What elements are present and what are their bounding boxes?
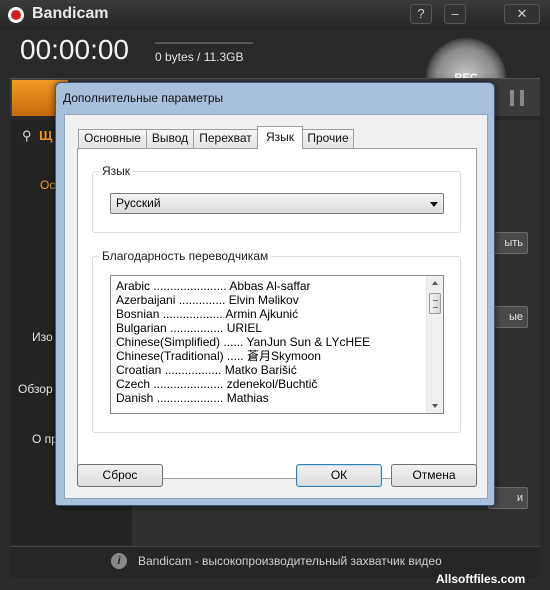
bandicam-logo-icon [8,7,24,23]
language-select-value: Русский [116,196,161,210]
list-item: Bosnian .................. Armin Ajkunić [116,307,299,321]
list-scrollbar[interactable] [426,276,443,413]
storage-bar [155,42,253,44]
translators-list[interactable]: Arabic ...................... Abbas Al-s… [110,275,444,414]
list-item: Chinese(Traditional) ..... 蒼月Skymoon [116,349,321,363]
list-item: Danish .................... Mathias [116,391,269,405]
pause-icon[interactable] [510,90,524,106]
scroll-up-icon[interactable] [432,281,438,285]
language-group-label: Язык [99,164,134,178]
translators-group: Благодарность переводчикам Arabic ......… [92,249,461,433]
sidebar-item-image[interactable]: Изо [32,330,53,344]
tab-other[interactable]: Прочие [302,129,354,148]
sidebar-item-overview[interactable]: Обзор [18,382,53,396]
sidebar-item-about[interactable]: О пр [32,432,58,446]
language-group: Язык Русский [92,164,461,233]
ok-button[interactable]: ОК [296,464,382,487]
tab-output[interactable]: Вывод [146,129,194,148]
app-title: Bandicam [32,5,109,22]
reset-button[interactable]: Сброс [77,464,163,487]
dialog-body: Основные Вывод Перехват Язык Прочие Язык… [64,114,488,499]
translators-entries: Arabic ...................... Abbas Al-s… [116,279,426,405]
storage-readout: 0 bytes / 11.3GB [155,50,244,64]
list-item: Arabic ...................... Abbas Al-s… [116,279,311,293]
list-item: Chinese(Simplified) ...... YanJun Sun & … [116,335,371,349]
list-item: Azerbaijani .............. Elvin Məlikov [116,293,299,307]
tab-general[interactable]: Основные [78,129,147,148]
search-icon: ⚲ [22,128,32,143]
status-text: Bandicam - высокопроизводительный захват… [138,554,442,568]
language-tab-page: Язык Русский Благодарность переводчикам … [77,148,477,479]
language-select[interactable]: Русский [110,193,444,214]
list-item: Croatian ................. Matko Barišić [116,363,297,377]
close-button[interactable]: ✕ [504,4,540,24]
sidebar-search[interactable]: ⚲ Щ [22,128,52,144]
watermark: Allsoftfiles.com [436,572,526,586]
list-item: Bulgarian ................ URIEL [116,321,263,335]
sidebar-item-general[interactable]: Ос [40,178,55,192]
dialog-title: Дополнительные параметры [63,91,224,105]
tab-capture[interactable]: Перехват [193,129,258,148]
recording-timer: 00:00:00 [20,34,129,65]
advanced-settings-dialog: Дополнительные параметры Основные Вывод … [55,82,495,506]
tab-language[interactable]: Язык [257,126,303,149]
scroll-thumb[interactable] [429,293,441,314]
cancel-button[interactable]: Отмена [391,464,477,487]
scroll-down-icon[interactable] [432,404,438,408]
minimize-button[interactable]: – [444,4,466,24]
help-button[interactable]: ? [410,4,432,24]
info-icon: i [111,553,127,569]
chevron-down-icon [430,202,438,207]
list-item: Czech ..................... zdenekol/Buc… [116,377,318,391]
sidebar-search-label: Щ [39,128,53,143]
translators-group-label: Благодарность переводчикам [99,249,272,263]
